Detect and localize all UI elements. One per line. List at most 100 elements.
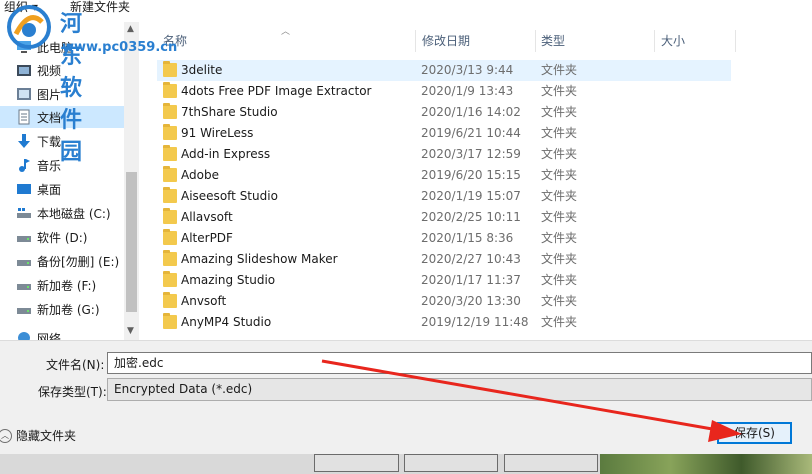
save-button[interactable]: 保存(S) xyxy=(717,422,792,444)
file-name: 3delite xyxy=(181,63,223,77)
file-row[interactable]: AnyMP4 Studio 2019/12/19 11:48 文件夹 xyxy=(157,312,731,333)
nav-label: 下载 xyxy=(37,134,62,149)
scroll-down-icon[interactable]: ▼ xyxy=(127,326,134,336)
drive-icon xyxy=(16,301,32,317)
nav-label: 备份[勿删] (E:) xyxy=(37,254,120,269)
file-name: Aiseesoft Studio xyxy=(181,189,278,203)
file-date: 2020/3/17 12:59 xyxy=(421,147,521,161)
file-type: 文件夹 xyxy=(541,294,578,308)
filetype-label: 保存类型(T): xyxy=(38,385,107,399)
file-date: 2020/1/19 15:07 xyxy=(421,189,521,203)
nav-label: 新加卷 (G:) xyxy=(37,302,100,317)
file-type: 文件夹 xyxy=(541,315,578,329)
filetype-select[interactable]: Encrypted Data (*.edc) xyxy=(107,378,812,401)
nav-item-drive-f[interactable]: 新加卷 (F:) xyxy=(0,274,124,296)
file-type: 文件夹 xyxy=(541,231,578,245)
file-date: 2020/2/25 10:11 xyxy=(421,210,521,224)
folder-icon xyxy=(163,124,177,140)
folder-icon xyxy=(163,103,177,119)
watermark-url: www.pc0359.cn xyxy=(62,40,178,55)
file-type: 文件夹 xyxy=(541,189,578,203)
strip-button xyxy=(314,454,399,472)
nav-label: 桌面 xyxy=(37,182,62,197)
column-divider[interactable] xyxy=(735,30,736,52)
file-row[interactable]: AlterPDF 2020/1/15 8:36 文件夹 xyxy=(157,228,731,249)
watermark-logo-icon xyxy=(7,5,51,49)
file-row[interactable]: 91 WireLess 2019/6/21 10:44 文件夹 xyxy=(157,123,731,144)
file-name: Adobe xyxy=(181,168,219,182)
nav-label: 音乐 xyxy=(37,158,62,173)
file-date: 2019/6/20 15:15 xyxy=(421,168,521,182)
scroll-up-icon[interactable]: ▲ xyxy=(127,24,134,34)
file-row[interactable]: Add-in Express 2020/3/17 12:59 文件夹 xyxy=(157,144,731,165)
folder-icon xyxy=(163,313,177,329)
file-name: 4dots Free PDF Image Extractor xyxy=(181,84,372,98)
nav-label: 本地磁盘 (C:) xyxy=(37,206,111,221)
file-date: 2020/3/20 13:30 xyxy=(421,294,521,308)
file-row[interactable]: Aiseesoft Studio 2020/1/19 15:07 文件夹 xyxy=(157,186,731,207)
file-row[interactable]: Amazing Studio 2020/1/17 11:37 文件夹 xyxy=(157,270,731,291)
folder-icon xyxy=(163,271,177,287)
hide-folders-label: 隐藏文件夹 xyxy=(16,429,77,443)
file-type: 文件夹 xyxy=(541,147,578,161)
hide-folders-toggle[interactable]: ︿ 隐藏文件夹 xyxy=(0,427,76,444)
nav-item-drive-d[interactable]: 软件 (D:) xyxy=(0,226,124,248)
nav-scrollbar[interactable]: ▲ ▼ xyxy=(124,22,139,340)
column-type[interactable]: 类型 xyxy=(541,28,565,54)
column-size[interactable]: 大小 xyxy=(661,28,685,54)
chevron-up-icon: ︿ xyxy=(0,428,12,443)
nav-item-drive-g[interactable]: 新加卷 (G:) xyxy=(0,298,124,320)
nav-label: 软件 (D:) xyxy=(37,230,88,245)
file-row[interactable]: 7thShare Studio 2020/1/16 14:02 文件夹 xyxy=(157,102,731,123)
file-date: 2020/1/16 14:02 xyxy=(421,105,521,119)
nav-label: 视频 xyxy=(37,63,62,78)
file-date: 2020/1/17 11:37 xyxy=(421,273,521,287)
file-row[interactable]: Anvsoft 2020/3/20 13:30 文件夹 xyxy=(157,291,731,312)
folder-icon xyxy=(163,250,177,266)
drive-icon xyxy=(16,253,32,269)
nav-item-desktop[interactable]: 桌面 xyxy=(0,178,124,200)
filename-input[interactable]: 加密.edc xyxy=(107,352,812,374)
folder-icon xyxy=(163,145,177,161)
column-date[interactable]: 修改日期 xyxy=(422,28,470,54)
file-date: 2020/1/9 13:43 xyxy=(421,84,514,98)
folder-icon xyxy=(163,208,177,224)
file-name: AlterPDF xyxy=(181,231,233,245)
file-type: 文件夹 xyxy=(541,105,578,119)
watermark-title: 河东软件园 xyxy=(60,12,84,165)
file-name: Add-in Express xyxy=(181,147,271,161)
file-date: 2019/12/19 11:48 xyxy=(421,315,529,329)
file-row[interactable]: Amazing Slideshow Maker 2020/2/27 10:43 … xyxy=(157,249,731,270)
folder-icon xyxy=(163,61,177,77)
nav-item-drive-e[interactable]: 备份[勿删] (E:) xyxy=(0,250,124,272)
file-row[interactable]: 3delite 2020/3/13 9:44 文件夹 xyxy=(157,60,731,81)
nav-item-drive-c[interactable]: 本地磁盘 (C:) xyxy=(0,202,124,224)
nav-scroll-thumb[interactable] xyxy=(126,172,137,312)
column-divider[interactable] xyxy=(415,30,416,52)
file-name: AnyMP4 Studio xyxy=(181,315,272,329)
file-date: 2020/3/13 9:44 xyxy=(421,63,514,77)
file-row[interactable]: Allavsoft 2020/2/25 10:11 文件夹 xyxy=(157,207,731,228)
nav-label: 文档 xyxy=(37,110,62,125)
column-header: ︿ 名称 修改日期 类型 大小 xyxy=(139,27,812,54)
file-type: 文件夹 xyxy=(541,210,578,224)
sort-ascending-icon: ︿ xyxy=(281,27,291,37)
pictures-icon xyxy=(16,86,32,102)
file-name: Amazing Slideshow Maker xyxy=(181,252,338,266)
nav-label: 新加卷 (F:) xyxy=(37,278,97,293)
file-row[interactable]: Adobe 2019/6/20 15:15 文件夹 xyxy=(157,165,731,186)
folder-icon xyxy=(163,166,177,182)
file-row[interactable]: 4dots Free PDF Image Extractor 2020/1/9 … xyxy=(157,81,731,102)
nav-label: 图片 xyxy=(37,87,62,102)
drive-c-icon xyxy=(16,205,32,221)
column-divider[interactable] xyxy=(535,30,536,52)
drive-icon xyxy=(16,229,32,245)
download-icon xyxy=(16,133,32,149)
folder-icon xyxy=(163,82,177,98)
column-divider[interactable] xyxy=(654,30,655,52)
file-list: ︿ 名称 修改日期 类型 大小 3delite 2020/3/13 9:44 文… xyxy=(139,22,812,340)
documents-icon xyxy=(16,109,32,125)
filename-label: 文件名(N): xyxy=(46,358,105,372)
file-type: 文件夹 xyxy=(541,63,578,77)
file-date: 2019/6/21 10:44 xyxy=(421,126,521,140)
